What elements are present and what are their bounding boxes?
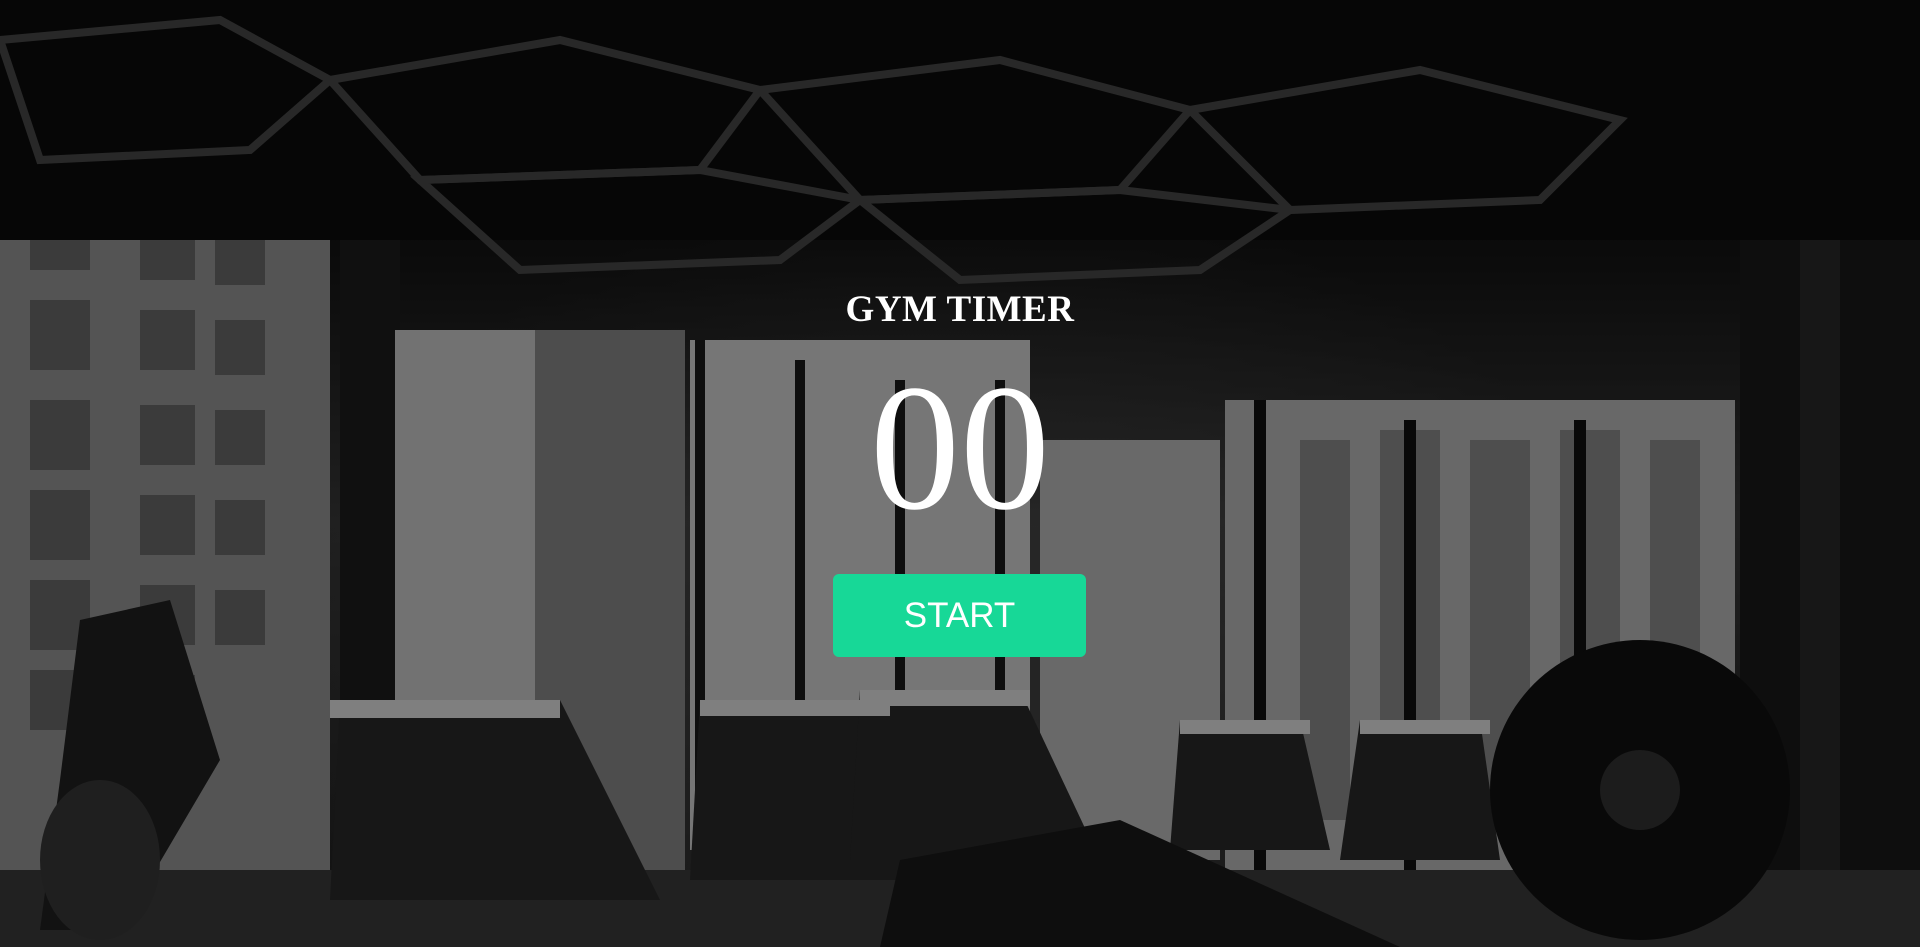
timer-display: 00 [870, 348, 1050, 547]
start-button[interactable]: START [833, 574, 1086, 657]
app-root: GYM TIMER 00 START [0, 0, 1920, 947]
timer-panel: GYM TIMER 00 START [0, 0, 1920, 947]
page-title: GYM TIMER [845, 289, 1075, 330]
